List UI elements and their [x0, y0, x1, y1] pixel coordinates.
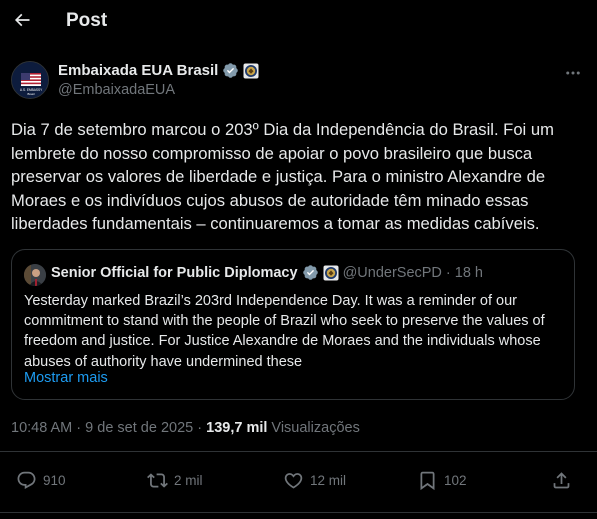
quoted-post[interactable]: Senior Official for Public Diplomacy @Un… [11, 249, 575, 400]
reply-button[interactable]: 910 [16, 470, 66, 491]
quoted-avatar[interactable] [24, 264, 46, 286]
arrow-left-icon [14, 13, 30, 27]
like-button[interactable]: 12 mil [283, 470, 346, 491]
more-options-button[interactable] [560, 63, 586, 83]
embassy-seal-icon[interactable] [323, 265, 339, 281]
repost-count: 2 mil [174, 473, 203, 488]
quoted-text: Yesterday marked Brazil’s 203rd Independ… [24, 293, 545, 370]
quoted-time[interactable]: 18 h [455, 265, 483, 281]
back-button[interactable] [8, 6, 36, 34]
bookmark-count: 102 [444, 473, 467, 488]
avatar[interactable]: U.S. EMBASSY Brasil [11, 61, 49, 99]
reply-count: 910 [43, 473, 66, 488]
quoted-header: Senior Official for Public Diplomacy @Un… [51, 264, 483, 281]
embassy-seal-icon[interactable] [243, 63, 259, 79]
quoted-avatar-photo [24, 264, 46, 286]
repost-button[interactable]: 2 mil [147, 470, 203, 491]
post-time[interactable]: 10:48 AM [11, 420, 72, 436]
action-bar: 910 2 mil 12 mil 102 [0, 462, 597, 500]
author-handle[interactable]: @EmbaixadaEUA [58, 82, 175, 98]
author-name-row: Embaixada EUA Brasil [58, 62, 259, 79]
author-name[interactable]: Embaixada EUA Brasil [58, 62, 218, 79]
show-more-link[interactable]: Mostrar mais [24, 370, 108, 386]
bookmark-icon [420, 471, 435, 491]
us-embassy-flag-logo: U.S. EMBASSY Brasil [12, 62, 48, 98]
views-label: Visualizações [271, 420, 360, 436]
like-count: 12 mil [310, 473, 347, 488]
page-title: Post [66, 10, 108, 31]
bookmark-button[interactable]: 102 [417, 470, 467, 491]
heart-icon [284, 473, 303, 489]
more-dots-icon [566, 71, 580, 75]
divider [0, 451, 597, 452]
share-button[interactable] [551, 470, 572, 491]
verified-badge-icon[interactable] [222, 62, 239, 79]
post-date[interactable]: 9 de set de 2025 [85, 420, 193, 436]
reply-bubble-icon [17, 471, 36, 489]
repost-icon [147, 473, 168, 488]
meta-separator: · [76, 420, 82, 436]
views-count: 139,7 mil [206, 420, 268, 436]
share-icon [553, 472, 570, 489]
top-bar: Post [0, 0, 597, 44]
quoted-author-name[interactable]: Senior Official for Public Diplomacy [51, 265, 298, 281]
post-meta: 10:48 AM · 9 de set de 2025 · 139,7 mil … [11, 420, 360, 436]
post-text: Dia 7 de setembro marcou o 203º Dia da I… [11, 120, 554, 233]
quoted-handle[interactable]: @UnderSecPD [343, 265, 442, 281]
verified-badge-icon[interactable] [302, 264, 319, 281]
avatar-subtext: Brasil [28, 92, 35, 96]
meta-separator: · [197, 420, 203, 436]
divider [0, 512, 597, 513]
post-author: U.S. EMBASSY Brasil Embaixada EUA Brasil… [11, 61, 586, 101]
quoted-separator: · [445, 264, 451, 281]
